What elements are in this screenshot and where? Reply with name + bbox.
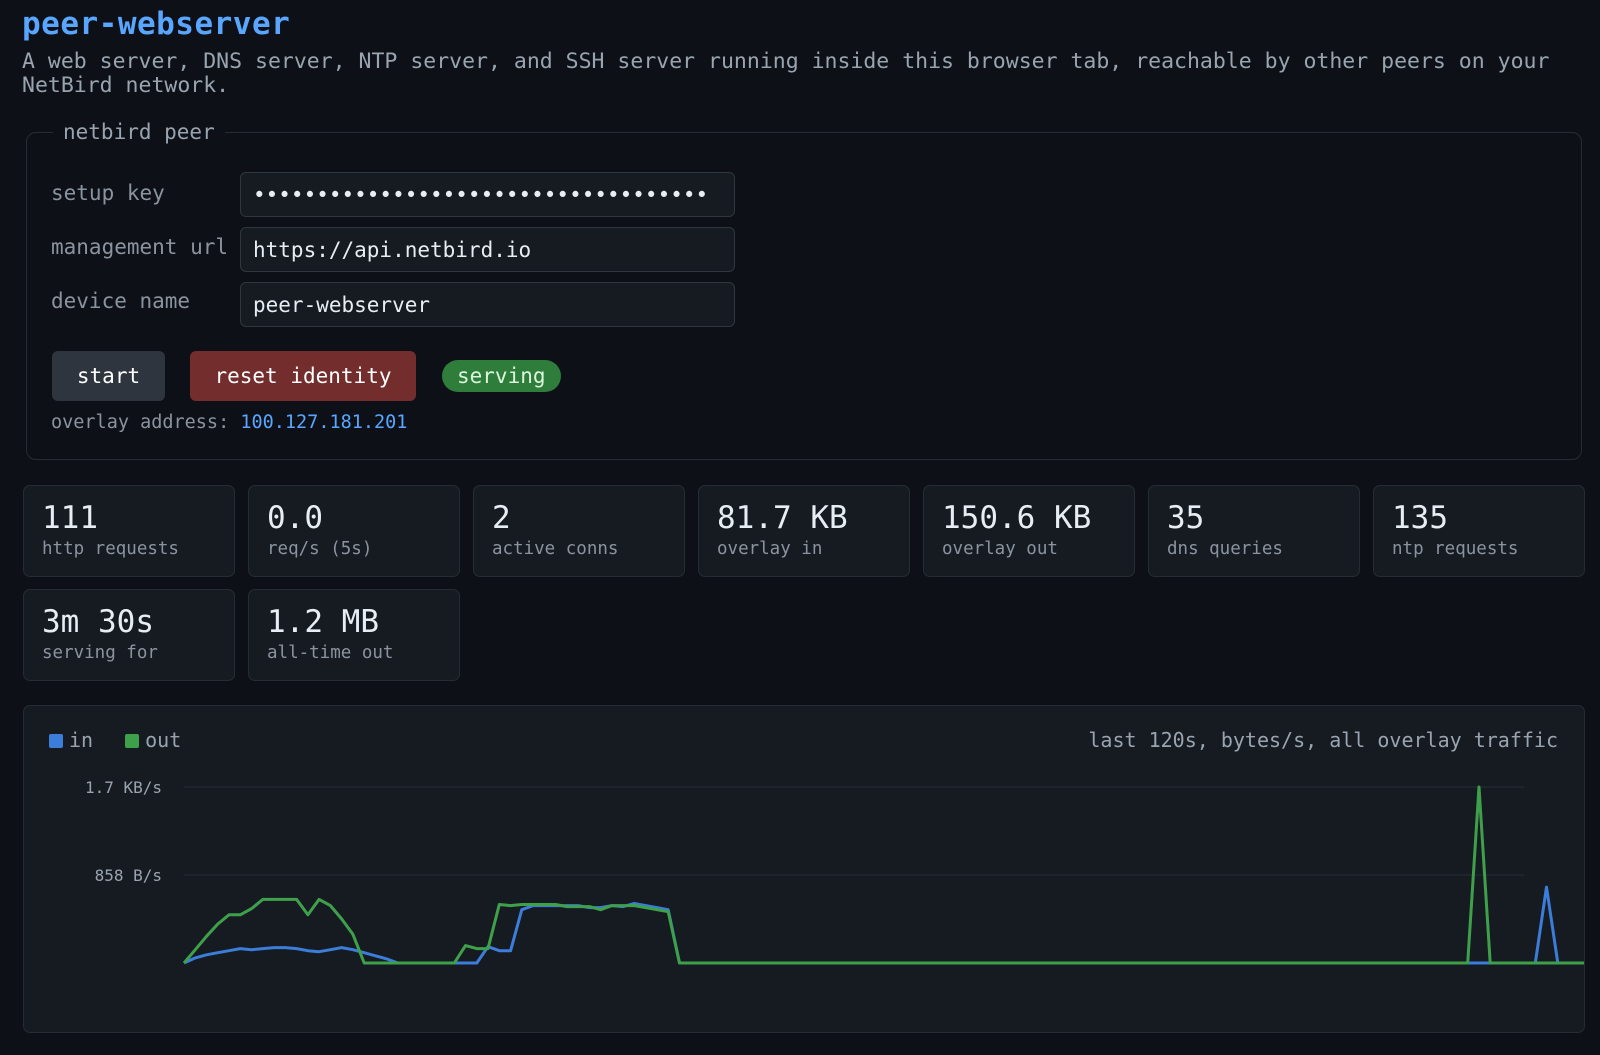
stat-value: 1.2 MB (267, 604, 379, 640)
stat-label: http requests (42, 539, 179, 559)
stat-card-dns-queries: 35 dns queries (1148, 485, 1360, 577)
stat-card-req-per-sec: 0.0 req/s (5s) (248, 485, 460, 577)
stat-label: serving for (42, 643, 158, 663)
peer-panel-legend: netbird peer (63, 120, 215, 144)
stat-value: 81.7 KB (717, 500, 848, 536)
status-badge: serving (442, 360, 561, 392)
stat-value: 150.6 KB (942, 500, 1092, 536)
stat-value: 135 (1392, 500, 1448, 536)
traffic-chart-panel: in out last 120s, bytes/s, all overlay t… (23, 705, 1585, 1033)
series-line-in (183, 885, 1584, 965)
stat-card-overlay-out: 150.6 KB overlay out (923, 485, 1135, 577)
setup-key-label: setup key (51, 181, 165, 205)
traffic-chart: 1.7 KB/s 858 B/s (85, 778, 1584, 965)
stat-label: all-time out (267, 643, 394, 663)
stat-label: overlay out (942, 539, 1058, 559)
stat-label: ntp requests (1392, 539, 1519, 559)
stat-label: overlay in (717, 539, 823, 559)
stat-card-serving-for: 3m 30s serving for (23, 589, 235, 681)
stat-card-http-requests: 111 http requests (23, 485, 235, 577)
overlay-address-row: overlay address: 100.127.181.201 (51, 412, 407, 433)
y-tick-label: 858 B/s (95, 866, 162, 885)
stat-card-active-conns: 2 active conns (473, 485, 685, 577)
overlay-address-label: overlay address: (51, 412, 230, 433)
management-url-input[interactable] (240, 227, 735, 272)
overlay-address-value: 100.127.181.201 (240, 412, 408, 433)
stat-card-ntp-requests: 135 ntp requests (1373, 485, 1585, 577)
stat-value: 2 (492, 500, 511, 536)
stat-value: 111 (42, 500, 98, 536)
stat-card-overlay-in: 81.7 KB overlay in (698, 485, 910, 577)
start-button[interactable]: start (52, 351, 165, 401)
page-title: peer-webserver (22, 6, 291, 42)
stat-value: 3m 30s (42, 604, 154, 640)
stat-value: 35 (1167, 500, 1205, 536)
stat-label: active conns (492, 539, 619, 559)
page-description: A web server, DNS server, NTP server, an… (22, 49, 1550, 98)
stat-value: 0.0 (267, 500, 323, 536)
device-name-label: device name (51, 289, 191, 313)
device-name-input[interactable] (240, 282, 735, 327)
stat-card-all-time-out: 1.2 MB all-time out (248, 589, 460, 681)
stat-label: dns queries (1167, 539, 1283, 559)
y-tick-label: 1.7 KB/s (85, 778, 162, 797)
setup-key-input[interactable] (240, 172, 735, 217)
stat-label: req/s (5s) (267, 539, 373, 559)
reset-identity-button[interactable]: reset identity (190, 351, 416, 401)
management-url-label: management url (51, 235, 229, 259)
